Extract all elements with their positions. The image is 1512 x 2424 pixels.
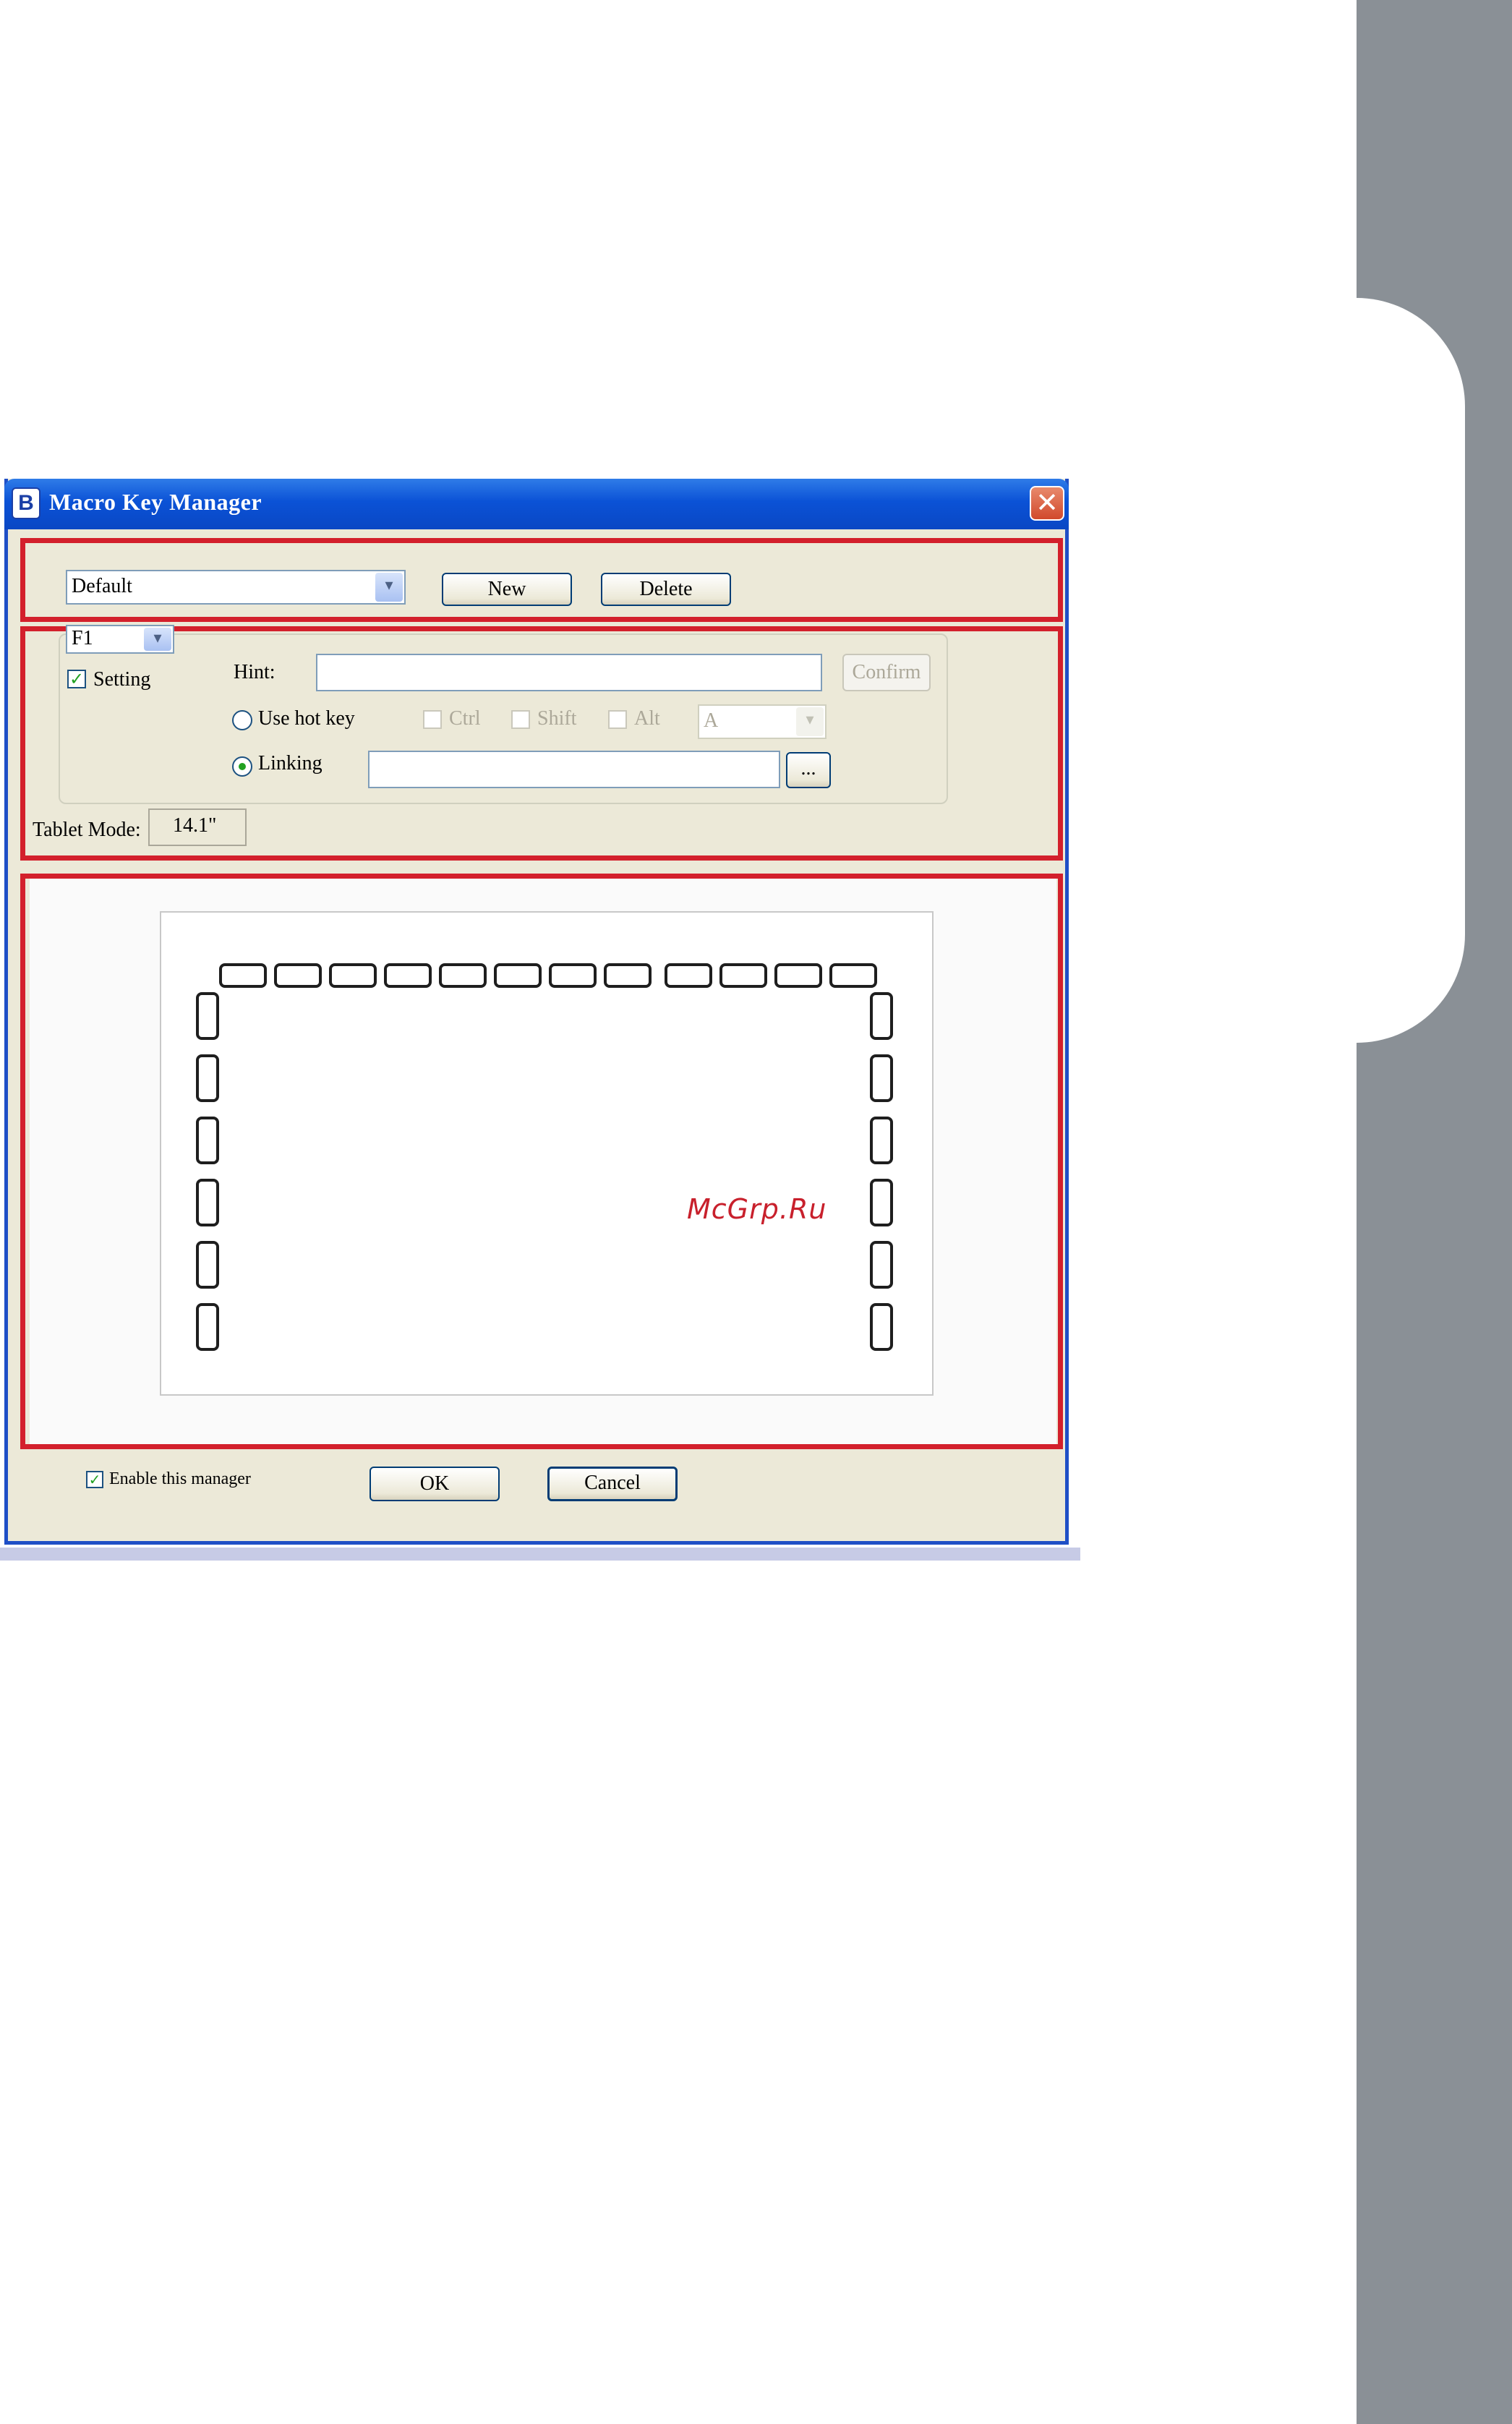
ctrl-checkbox[interactable] — [423, 710, 442, 729]
use-hot-key-label: Use hot key — [258, 707, 355, 730]
cancel-button[interactable]: Cancel — [547, 1467, 678, 1501]
right-hot-key[interactable] — [870, 1054, 893, 1102]
hint-input[interactable] — [316, 654, 822, 691]
window-bottom-shadow — [0, 1548, 1080, 1561]
tablet-mode-label: Tablet Mode: — [33, 819, 141, 841]
top-hot-key[interactable] — [219, 963, 267, 988]
alt-label: Alt — [634, 707, 660, 730]
chevron-down-icon: ▾ — [375, 573, 403, 602]
top-hot-key[interactable] — [665, 963, 712, 988]
close-button[interactable]: ✕ — [1030, 486, 1064, 521]
right-hot-key[interactable] — [870, 992, 893, 1040]
linking-label: Linking — [258, 752, 323, 774]
profile-select-value: Default — [72, 575, 132, 597]
use-hot-key-radio[interactable] — [232, 710, 252, 730]
right-hot-key[interactable] — [870, 1179, 893, 1226]
linking-path-input[interactable] — [368, 751, 780, 788]
shift-checkbox[interactable] — [511, 710, 530, 729]
watermark: McGrp.Ru — [687, 1193, 827, 1225]
shift-label: Shift — [537, 707, 577, 730]
profile-select[interactable]: Default ▾ — [66, 570, 406, 605]
top-hot-key[interactable] — [774, 963, 822, 988]
top-hot-key[interactable] — [384, 963, 432, 988]
top-hot-key[interactable] — [274, 963, 322, 988]
key-select[interactable]: F1 ▾ — [66, 625, 174, 654]
top-hot-key[interactable] — [549, 963, 597, 988]
alt-checkbox[interactable] — [608, 710, 627, 729]
side-tab — [1357, 298, 1465, 1043]
ctrl-label: Ctrl — [449, 707, 481, 730]
tablet-outline — [160, 911, 934, 1396]
confirm-button[interactable]: Confirm — [842, 654, 931, 691]
setting-checkbox[interactable]: ✓ — [67, 670, 86, 688]
left-hot-key[interactable] — [196, 1303, 219, 1351]
key-select-value: F1 — [72, 627, 93, 649]
title-bar[interactable]: B Macro Key Manager ✕ — [4, 479, 1069, 529]
right-hot-key[interactable] — [870, 1303, 893, 1351]
linking-radio[interactable] — [232, 756, 252, 777]
top-hot-key[interactable] — [604, 963, 652, 988]
window-title: Macro Key Manager — [49, 489, 262, 515]
left-hot-key[interactable] — [196, 1241, 219, 1289]
left-hot-key[interactable] — [196, 1054, 219, 1102]
enable-manager-checkbox[interactable]: ✓ — [86, 1471, 103, 1488]
close-icon: ✕ — [1035, 487, 1059, 518]
top-hot-key[interactable] — [329, 963, 377, 988]
left-hot-key[interactable] — [196, 992, 219, 1040]
app-icon: B — [12, 487, 40, 519]
macro-key-manager-window: B Macro Key Manager ✕ Default ▾ New Dele… — [4, 479, 1069, 1545]
hint-label: Hint: — [234, 661, 276, 683]
setting-label: Setting — [93, 668, 151, 691]
chevron-down-icon: ▾ — [796, 707, 824, 736]
right-hot-key[interactable] — [870, 1241, 893, 1289]
tablet-mode-value: 14.1" — [173, 814, 217, 837]
top-hot-key[interactable] — [719, 963, 767, 988]
delete-button[interactable]: Delete — [601, 573, 731, 606]
top-hot-key[interactable] — [494, 963, 542, 988]
top-hot-key[interactable] — [439, 963, 487, 988]
top-hot-key[interactable] — [829, 963, 877, 988]
browse-button[interactable]: ... — [786, 752, 831, 788]
new-button[interactable]: New — [442, 573, 572, 606]
ok-button[interactable]: OK — [370, 1467, 500, 1501]
left-hot-key[interactable] — [196, 1117, 219, 1164]
chevron-down-icon: ▾ — [144, 628, 171, 651]
hot-key-letter-value: A — [704, 709, 719, 732]
enable-manager-label: Enable this manager — [109, 1469, 251, 1488]
left-hot-key[interactable] — [196, 1179, 219, 1226]
tablet-mode-value-box: 14.1" — [148, 808, 247, 846]
hot-key-letter-select[interactable]: A ▾ — [698, 704, 827, 739]
right-hot-key[interactable] — [870, 1117, 893, 1164]
